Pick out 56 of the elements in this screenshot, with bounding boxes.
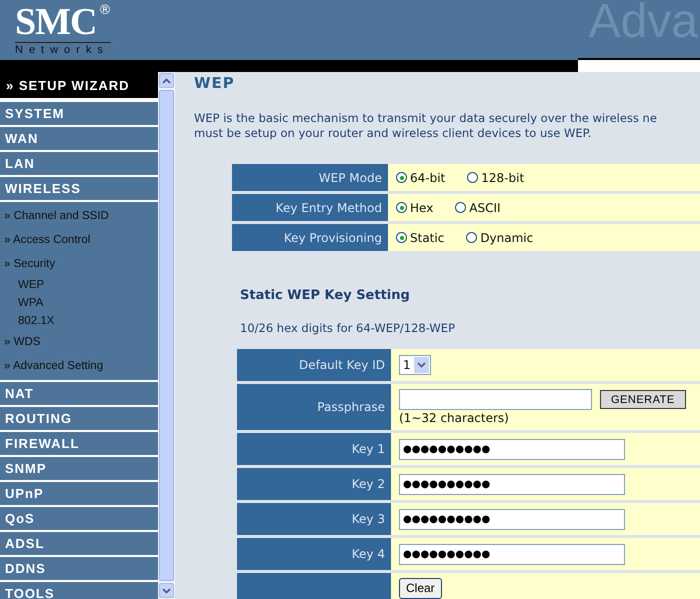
section-hint: 10/26 hex digits for 64-WEP/128-WEP: [240, 321, 456, 335]
key-id-select[interactable]: 1: [399, 355, 431, 375]
key-field[interactable]: ●●●●●●●●●●: [399, 508, 625, 530]
key-field[interactable]: ●●●●●●●●●●: [399, 438, 625, 460]
menu-section[interactable]: WAN: [0, 127, 158, 150]
passphrase-note: (1~32 characters): [399, 411, 510, 425]
radio-button[interactable]: [467, 172, 478, 183]
scroll-thumb[interactable]: [159, 90, 174, 581]
radio-option[interactable]: 64-bit: [396, 170, 446, 184]
registered-mark: ®: [98, 4, 112, 18]
field-label: Key 1: [237, 433, 391, 465]
vertical-scrollbar[interactable]: [158, 72, 175, 599]
menu-section[interactable]: FIREWALL: [0, 432, 158, 455]
key-field[interactable]: ●●●●●●●●●●: [399, 544, 625, 564]
clear-button[interactable]: Clear: [399, 578, 442, 598]
menu-section[interactable]: WIRELESS: [0, 177, 158, 200]
passphrase-field[interactable]: [399, 389, 592, 410]
menu-section[interactable]: QoS: [0, 507, 158, 530]
menu-section[interactable]: ROUTING: [0, 407, 158, 430]
radio-button[interactable]: [455, 202, 466, 213]
key-field[interactable]: ●●●●●●●●●●: [399, 474, 625, 494]
field-label: Key 4: [237, 538, 391, 570]
page-description: WEP is the basic mechanism to transmit your data securely over the wireless ne must be setup on your router and wireless client devices to use WEP.: [194, 111, 658, 141]
field-label: Key 3: [237, 503, 391, 535]
menu-section[interactable]: SNMP: [0, 457, 158, 480]
scroll-up-icon[interactable]: [162, 78, 171, 84]
radio-option[interactable]: 128-bit: [467, 170, 524, 184]
dropdown-caret-icon[interactable]: [416, 362, 426, 368]
radio-button[interactable]: [396, 202, 407, 213]
radio-option[interactable]: Hex: [396, 200, 434, 214]
setup-wizard-link[interactable]: » SETUP WIZARD: [0, 72, 158, 98]
setting-label: Key Provisioning: [232, 224, 388, 251]
menu-section[interactable]: LAN: [0, 152, 158, 175]
section-title: Static WEP Key Setting: [240, 288, 411, 303]
field-label: Key 2: [237, 468, 391, 500]
radio-option[interactable]: ASCII: [455, 200, 501, 214]
menu-section[interactable]: ADSL: [0, 532, 158, 555]
menu-section[interactable]: TOOLS: [0, 582, 158, 599]
setting-label: WEP Mode: [232, 164, 388, 191]
radio-button[interactable]: [396, 232, 407, 243]
menu-section[interactable]: UPnP: [0, 482, 158, 505]
logo-subtitle: Networks: [15, 42, 112, 56]
menu-section[interactable]: NAT: [0, 382, 158, 405]
scroll-down-icon[interactable]: [162, 588, 171, 594]
setting-label: Key Entry Method: [232, 194, 388, 221]
radio-option[interactable]: Dynamic: [466, 230, 534, 244]
field-label: Passphrase: [237, 384, 391, 430]
page-title: WEP: [194, 74, 236, 92]
menu-section[interactable]: SYSTEM: [0, 102, 158, 125]
generate-button[interactable]: GENERATE: [600, 390, 686, 409]
radio-button[interactable]: [466, 232, 478, 243]
radio-button[interactable]: [396, 172, 407, 183]
menu-section[interactable]: DDNS: [0, 557, 158, 580]
logo: SMC: [15, 4, 96, 40]
radio-option[interactable]: Static: [396, 230, 444, 244]
field-label: Default Key ID: [237, 349, 391, 381]
